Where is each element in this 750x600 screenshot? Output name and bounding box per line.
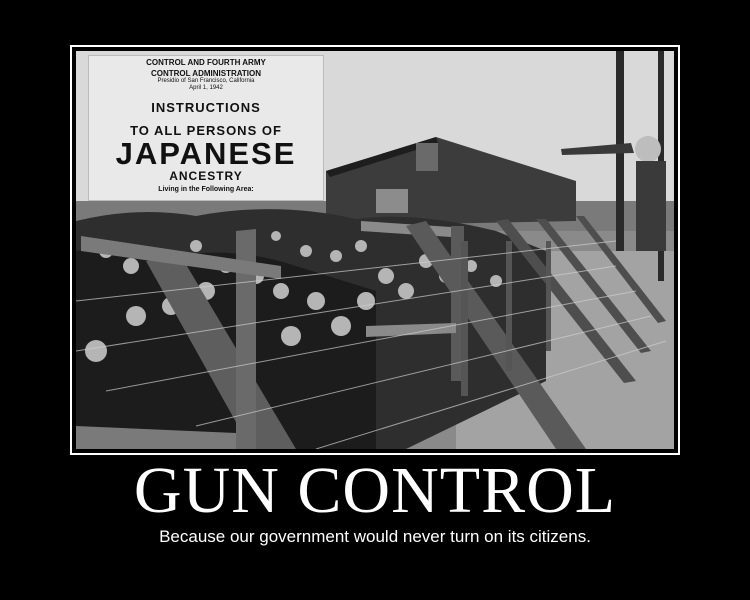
notice-ancestry: ANCESTRY (169, 169, 243, 183)
notice-header: CONTROL AND FOURTH ARMY (146, 58, 266, 67)
woman-waving (635, 136, 661, 162)
notice-main-word: JAPANESE (115, 136, 297, 171)
photo-frame: CONTROL AND FOURTH ARMY CONTROL ADMINIST… (70, 45, 680, 455)
poster-title: GUN CONTROL (133, 454, 617, 527)
notice-header-2: CONTROL ADMINISTRATION (150, 69, 262, 78)
poster-caption: Because our government would never turn … (159, 527, 591, 546)
notice-living: Living in the Following Area: (158, 186, 254, 193)
notice-date: April 1, 1942 (189, 85, 223, 91)
evacuation-notice: CONTROL AND FOURTH ARMY CONTROL ADMINIST… (88, 55, 324, 201)
notice-location: Presidio of San Francisco, California (157, 78, 255, 84)
notice-instructions: INSTRUCTIONS (151, 100, 261, 115)
historical-photo: CONTROL AND FOURTH ARMY CONTROL ADMINIST… (76, 51, 674, 449)
